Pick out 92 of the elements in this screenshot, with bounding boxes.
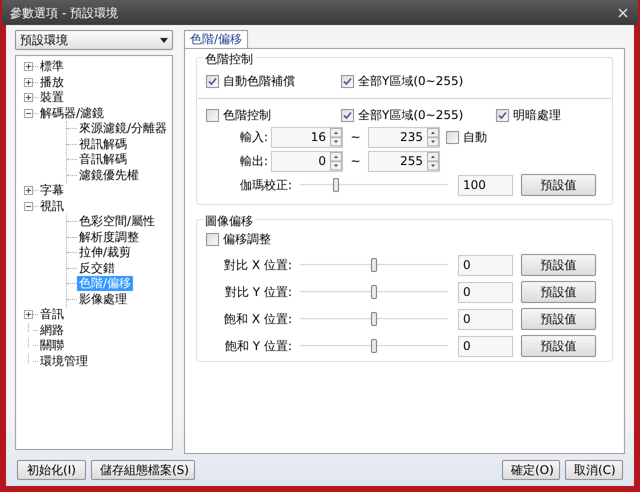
slider-label: 飽和 X 位置: [223,311,293,328]
number-spinbox[interactable]: 16 [271,126,343,148]
checkbox-label: 色階控制 [223,107,271,124]
expand-icon[interactable] [24,62,33,72]
checkbox[interactable] [206,232,219,246]
dropdown-arrow-icon [160,38,168,42]
tree-item[interactable]: 影像處理 [77,292,129,307]
checkbox[interactable] [341,74,354,88]
tree-item[interactable]: 視訊 [38,198,66,214]
number-spinbox[interactable]: 235 [368,126,440,148]
default-button[interactable]: 預設值 [521,254,596,276]
tree-item[interactable]: 標準 [38,59,66,74]
slider-thumb[interactable] [371,258,377,272]
value-field[interactable]: 0 [458,336,513,356]
slider-thumb[interactable] [371,285,377,299]
number-spinbox[interactable]: 255 [368,150,440,172]
number-spinbox[interactable]: 0 [271,150,343,172]
close-icon[interactable] [618,8,628,18]
checkbox-label: 自動色階補償 [223,73,295,90]
profile-dropdown[interactable]: 預設環境 [15,30,173,50]
tab[interactable]: 色階/偏移 [184,30,248,48]
expand-icon[interactable] [24,310,33,320]
tree-item[interactable]: 解析度調整 [77,230,141,245]
checkbox[interactable] [341,108,354,122]
checkbox-label: 自動 [463,129,487,146]
range-label: 輸出: [238,153,269,170]
expand-icon[interactable] [24,93,33,102]
checkbox-label: 偏移調整 [223,231,271,248]
value-field[interactable]: 100 [458,174,513,196]
tree-item[interactable]: 音訊解碼 [77,152,129,168]
tree-item[interactable]: 拉伸/裁剪 [77,245,134,260]
checkbox[interactable] [446,130,459,144]
slider-track[interactable] [300,176,448,194]
default-button[interactable]: 預設值 [521,308,596,330]
default-button[interactable]: 預設值 [521,174,596,196]
expand-icon[interactable] [24,78,33,87]
slider-label: 對比 X 位置: [223,257,293,274]
tree-item[interactable]: 音訊 [38,307,66,322]
tree-item[interactable]: 色彩空間/屬性 [77,214,158,230]
spin-arrows-icon[interactable] [427,128,439,146]
window-title: 參數選項 - 預設環境 [10,4,119,22]
spin-arrows-icon[interactable] [330,152,342,170]
value-field[interactable]: 0 [458,308,513,330]
range-label: 輸入: [238,129,269,146]
checkmark-icon [208,76,217,86]
tree-item[interactable]: 字幕 [38,183,66,198]
slider-label: 對比 Y 位置: [224,284,293,301]
slider-thumb[interactable] [371,339,377,353]
checkbox[interactable] [496,108,509,122]
dialog-button[interactable]: 初始化(I) [17,460,86,480]
checkbox[interactable] [206,108,219,122]
tree-item[interactable]: 裝置 [38,90,66,106]
group-title: 圖像偏移 [203,212,255,230]
checkmark-icon [498,110,507,120]
group-title: 色階控制 [203,50,255,68]
checkmark-icon [343,76,352,86]
tree-item[interactable]: 濾鏡優先權 [77,168,141,183]
range-separator: ~ [349,129,362,146]
dialog-button[interactable]: 取消(C) [565,460,623,480]
spin-arrows-icon[interactable] [330,128,342,146]
tree-item[interactable]: 解碼器/濾鏡 [38,106,106,121]
tree-item[interactable]: 網路 [38,322,66,338]
value-field[interactable]: 0 [458,282,513,302]
slider-track[interactable] [300,283,448,301]
value-field[interactable]: 0 [458,254,513,276]
checkbox-label: 全部Y區域(0~255) [358,107,464,124]
slider-thumb[interactable] [332,178,339,192]
spin-arrows-icon[interactable] [427,152,439,170]
slider-track[interactable] [300,310,448,328]
expand-icon[interactable] [24,186,33,196]
checkbox-label: 全部Y區域(0~255) [358,73,464,90]
collapse-icon[interactable] [24,108,33,118]
range-separator: ~ [349,153,362,170]
default-button[interactable]: 預設值 [521,281,596,303]
collapse-icon[interactable] [24,202,33,211]
checkbox-label: 明暗處理 [513,107,561,124]
slider-track[interactable] [300,256,448,274]
dialog-button[interactable]: 儲存組態檔案(S) [91,460,195,480]
slider-label: 飽和 Y 位置: [224,338,293,355]
slider-label: 伽瑪校正: [238,177,293,194]
dialog-button[interactable]: 確定(O) [502,460,560,480]
tree-item[interactable]: 來源濾鏡/分離器 [77,121,170,136]
tree-item[interactable]: 播放 [38,74,66,90]
slider-thumb[interactable] [371,312,377,326]
tree-item[interactable]: 反交錯 [77,260,117,276]
slider-track[interactable] [300,337,448,355]
tree-item[interactable]: 視訊解碼 [77,136,129,152]
tree-item[interactable]: 環境管理 [38,354,90,369]
checkbox[interactable] [206,74,219,88]
tree-item[interactable]: 關聯 [38,338,66,354]
checkmark-icon [343,110,352,120]
default-button[interactable]: 預設值 [521,335,596,357]
